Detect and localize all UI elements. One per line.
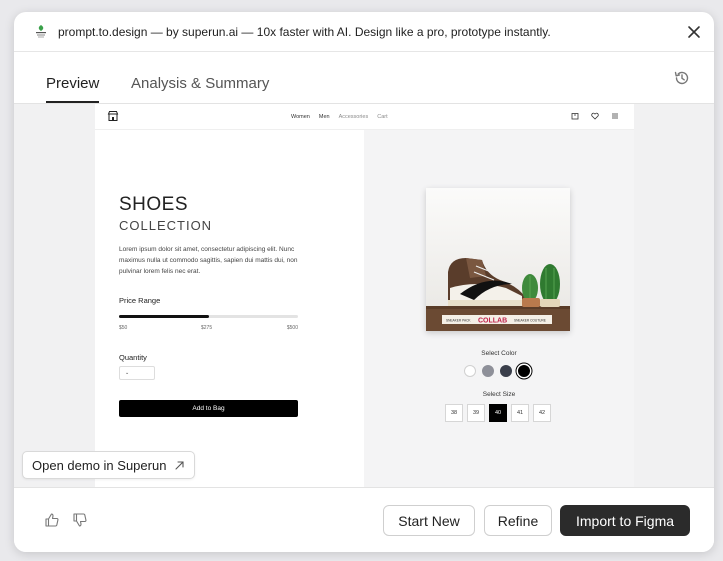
price-range-label: Price Range — [119, 296, 161, 305]
color-swatch-white[interactable] — [464, 365, 476, 377]
preview-canvas: Women Men Accessories Cart SHOES COLLECT… — [95, 104, 634, 487]
store-logo-icon[interactable] — [107, 110, 119, 122]
nav-link-women[interactable]: Women — [291, 114, 310, 120]
select-size-label: Select Size — [482, 391, 516, 398]
product-details-pane: SHOES COLLECTION Lorem ipsum dolor sit a… — [95, 130, 364, 487]
start-new-button[interactable]: Start New — [383, 505, 475, 536]
hero-description: Lorem ipsum dolor sit amet, consectetur … — [119, 246, 298, 275]
external-link-icon — [175, 460, 184, 470]
banner-right-text: SNEAKER COUTURE — [514, 319, 546, 323]
nav-links: Women Men Accessories Cart — [291, 114, 388, 120]
dialog-title: prompt.to.design — by superun.ai — 10x f… — [58, 25, 551, 39]
price-max: $500 — [286, 325, 298, 331]
color-swatch-black[interactable] — [518, 365, 530, 377]
quantity-select[interactable]: ⌄ — [119, 366, 155, 380]
tab-bar: Preview Analysis & Summary — [14, 52, 714, 104]
active-tab-indicator — [46, 101, 99, 103]
size-option-41[interactable]: 41 — [511, 404, 529, 422]
preview-area: Women Men Accessories Cart SHOES COLLECT… — [14, 104, 714, 487]
dialog: prompt.to.design — by superun.ai — 10x f… — [14, 12, 714, 552]
size-option-39[interactable]: 39 — [467, 404, 485, 422]
chevron-down-icon: ⌄ — [125, 370, 130, 376]
size-option-38[interactable]: 38 — [445, 404, 463, 422]
price-range-slider[interactable] — [119, 315, 298, 318]
import-to-figma-button[interactable]: Import to Figma — [560, 505, 690, 536]
select-color-label: Select Color — [481, 350, 517, 357]
add-to-bag-button[interactable]: Add to Bag — [119, 400, 298, 417]
heart-icon[interactable] — [591, 112, 599, 120]
refine-button[interactable]: Refine — [484, 505, 552, 536]
product-visual-pane: SNEAKER PACK COLLAB SNEAKER COUTURE Sele… — [364, 130, 634, 487]
banner-left-text: SNEAKER PACK — [446, 319, 471, 323]
price-range-fill — [119, 315, 209, 318]
size-option-42[interactable]: 42 — [533, 404, 551, 422]
size-option-40[interactable]: 40 — [489, 404, 507, 422]
open-demo-label: Open demo in Superun — [32, 457, 167, 473]
color-swatch-navy[interactable] — [500, 365, 512, 377]
dialog-titlebar: prompt.to.design — by superun.ai — 10x f… — [14, 12, 714, 52]
price-current: $275 — [201, 325, 213, 331]
color-swatch-gray[interactable] — [482, 365, 494, 377]
history-icon[interactable] — [673, 69, 691, 87]
nav-icons — [571, 112, 619, 120]
tab-preview[interactable]: Preview — [46, 75, 99, 92]
nav-link-cart[interactable]: Cart — [377, 114, 387, 120]
bag-icon[interactable] — [571, 112, 579, 120]
open-demo-button[interactable]: Open demo in Superun — [22, 451, 196, 479]
dialog-footer: Start New Refine Import to Figma — [14, 487, 714, 552]
hero-subtitle: COLLECTION — [119, 218, 213, 233]
price-min: $50 — [119, 325, 128, 331]
tab-analysis-summary[interactable]: Analysis & Summary — [131, 75, 269, 92]
banner-main-text: COLLAB — [478, 318, 507, 325]
hero-title: SHOES — [119, 194, 189, 215]
nav-link-accessories[interactable]: Accessories — [339, 114, 369, 120]
close-icon[interactable] — [686, 24, 702, 40]
thumbs-down-icon[interactable] — [72, 512, 88, 528]
product-image: SNEAKER PACK COLLAB SNEAKER COUTURE — [426, 188, 570, 331]
app-logo-icon — [36, 25, 46, 38]
color-swatches — [464, 365, 530, 377]
thumbs-up-icon[interactable] — [44, 512, 60, 528]
nav-link-men[interactable]: Men — [319, 114, 330, 120]
size-options: 38 39 40 41 42 — [445, 404, 551, 422]
quantity-label: Quantity — [119, 353, 147, 362]
menu-icon[interactable] — [611, 112, 619, 120]
site-nav: Women Men Accessories Cart — [95, 104, 634, 130]
